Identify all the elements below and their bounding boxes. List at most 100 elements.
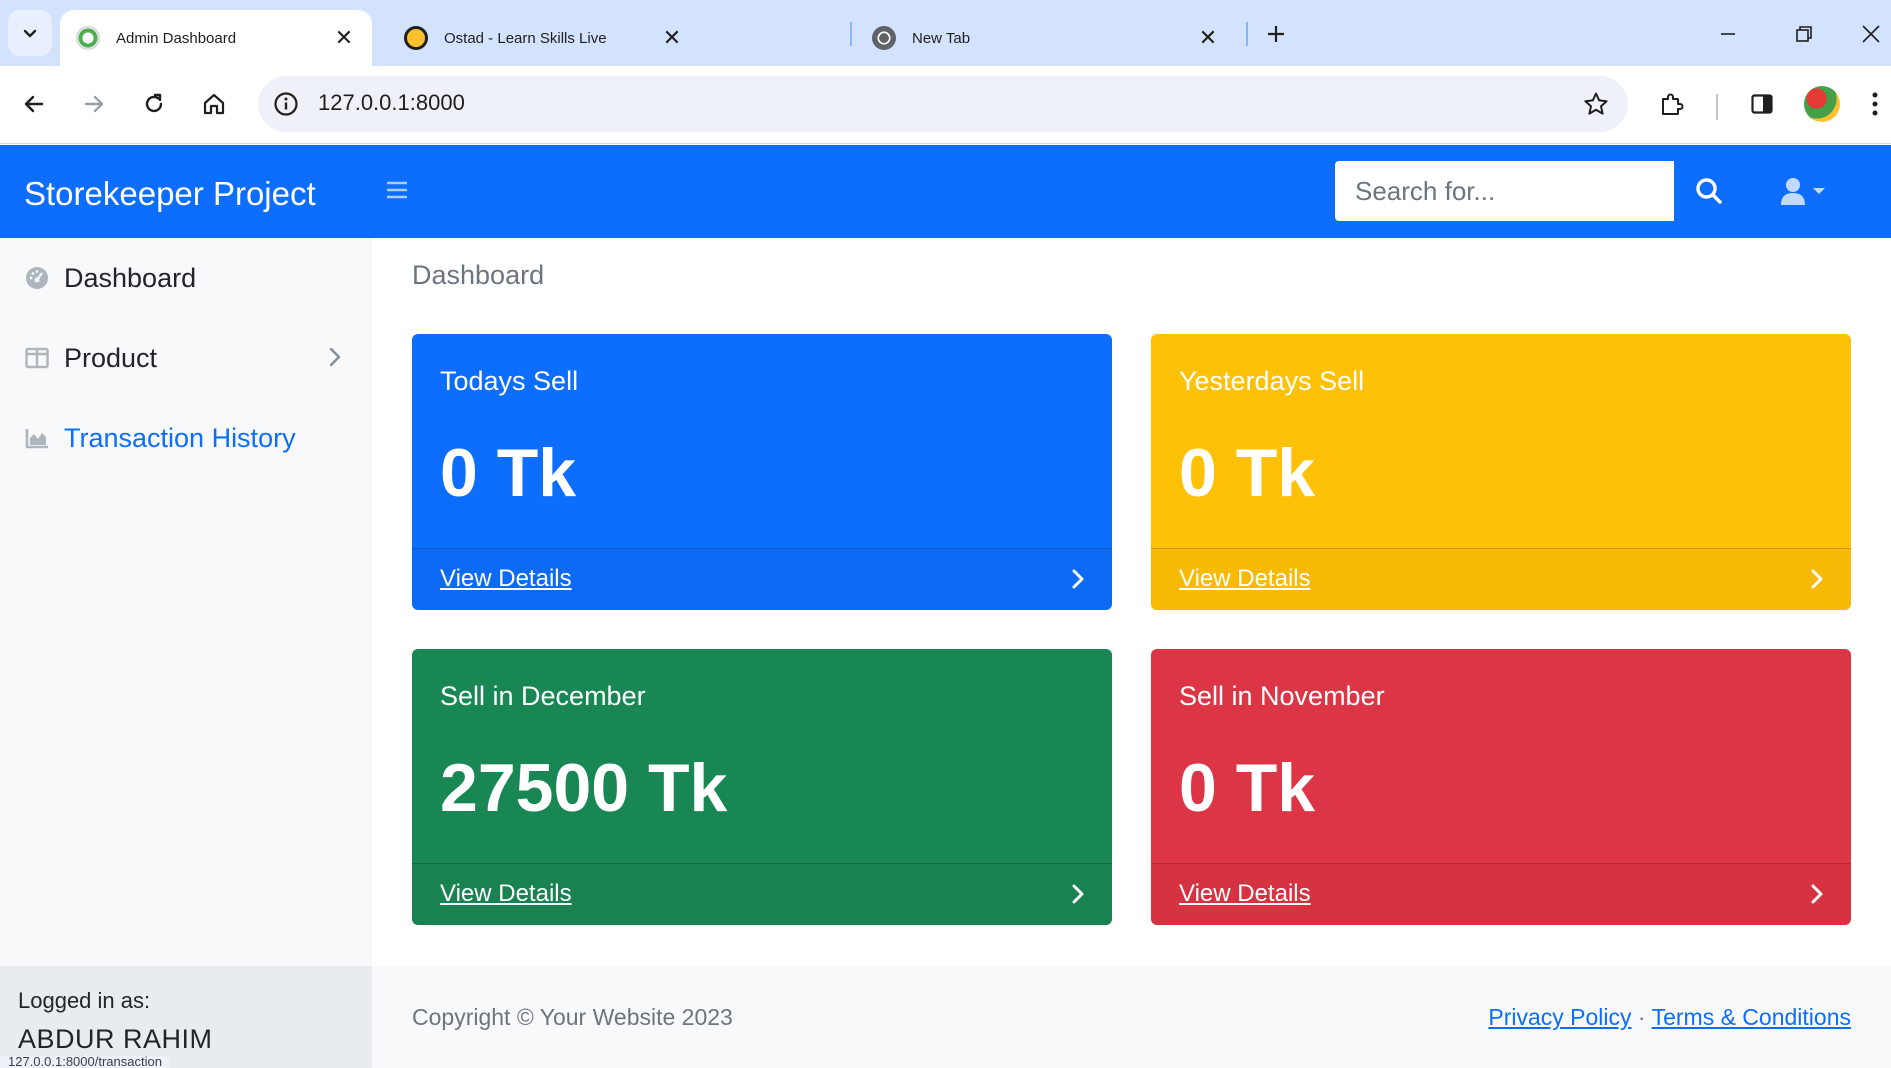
- admin-favicon-icon: [76, 26, 100, 50]
- search-input[interactable]: [1335, 161, 1674, 221]
- minimize-button[interactable]: [1708, 14, 1748, 54]
- card-yesterdays-sell: Yesterdays Sell 0 Tk View Details: [1151, 334, 1851, 610]
- browser-toolbar: 127.0.0.1:8000: [0, 66, 1891, 144]
- main-content: Dashboard Todays Sell 0 Tk View Details …: [372, 238, 1891, 1068]
- tab-close-icon[interactable]: ✕: [1196, 25, 1220, 50]
- tab-ostad[interactable]: Ostad - Learn Skills Live ✕: [388, 10, 700, 66]
- chevron-down-icon: [23, 29, 37, 38]
- logged-in-label: Logged in as:: [18, 988, 151, 1013]
- card-value: 0 Tk: [1179, 435, 1316, 511]
- link-preview-status: 127.0.0.1:8000/transaction: [0, 1056, 170, 1068]
- bookmark-star-icon[interactable]: [1580, 88, 1612, 120]
- extensions-button[interactable]: [1652, 84, 1692, 124]
- tab-new-tab[interactable]: New Tab ✕: [856, 10, 1236, 66]
- copyright-text: Copyright © Your Website 2023: [412, 1004, 733, 1030]
- card-footer: View Details: [412, 863, 1112, 925]
- card-value: 0 Tk: [1179, 750, 1316, 826]
- terms-link[interactable]: Terms & Conditions: [1652, 1004, 1851, 1030]
- chart-area-icon: [24, 425, 50, 451]
- card-footer: View Details: [1151, 863, 1851, 925]
- chevron-right-icon[interactable]: [1805, 567, 1829, 591]
- reload-button[interactable]: [134, 84, 174, 124]
- restore-button[interactable]: [1784, 14, 1824, 54]
- site-info-icon[interactable]: [272, 90, 300, 118]
- sidebar: Dashboard Product Transaction History Lo…: [0, 238, 372, 1068]
- browser-tab-strip: Admin Dashboard ✕ Ostad - Learn Skills L…: [0, 0, 1891, 66]
- reload-icon: [145, 93, 163, 113]
- sidebar-item-dashboard[interactable]: Dashboard: [0, 248, 372, 308]
- search-button[interactable]: [1674, 161, 1744, 221]
- browser-menu-button[interactable]: [1860, 84, 1890, 124]
- plus-icon: [1268, 26, 1284, 42]
- user-dropdown-button[interactable]: [1780, 173, 1840, 209]
- card-sell-in-december: Sell in December 27500 Tk View Details: [412, 649, 1112, 925]
- page-footer: Copyright © Your Website 2023 Privacy Po…: [372, 966, 1891, 1068]
- app-navbar: Storekeeper Project: [0, 145, 1891, 238]
- card-title: Sell in December: [440, 681, 646, 711]
- columns-icon: [24, 345, 50, 371]
- view-details-link[interactable]: View Details: [440, 880, 572, 908]
- url-text: 127.0.0.1:8000: [318, 90, 465, 115]
- tab-divider: [850, 22, 852, 46]
- side-panel-icon: [1751, 94, 1773, 114]
- forward-button[interactable]: [74, 84, 114, 124]
- logged-in-user: ABDUR RAHIM: [18, 1024, 213, 1054]
- card-footer: View Details: [1151, 548, 1851, 610]
- home-icon: [203, 93, 225, 115]
- card-value: 0 Tk: [440, 435, 577, 511]
- new-tab-button[interactable]: [1260, 18, 1292, 50]
- tab-close-icon[interactable]: ✕: [332, 25, 356, 50]
- brand-title[interactable]: Storekeeper Project: [24, 175, 316, 213]
- chrome-favicon-icon: [872, 26, 896, 50]
- restore-icon: [1796, 26, 1812, 42]
- home-button[interactable]: [194, 84, 234, 124]
- minimize-icon: [1721, 33, 1735, 35]
- sidebar-item-label: Product: [64, 342, 158, 373]
- side-panel-button[interactable]: [1742, 84, 1782, 124]
- chevron-right-icon: [329, 347, 341, 367]
- card-todays-sell: Todays Sell 0 Tk View Details: [412, 334, 1112, 610]
- footer-links: Privacy Policy · Terms & Conditions: [1488, 1004, 1851, 1031]
- profile-avatar[interactable]: [1804, 86, 1840, 122]
- card-value: 27500 Tk: [440, 750, 728, 826]
- arrow-left-icon: [24, 95, 44, 113]
- sidebar-footer: Logged in as: ABDUR RAHIM: [0, 966, 372, 1068]
- sidebar-toggle-button[interactable]: [382, 175, 412, 205]
- back-button[interactable]: [14, 84, 54, 124]
- card-title: Yesterdays Sell: [1179, 366, 1365, 396]
- tab-close-icon[interactable]: ✕: [660, 25, 684, 50]
- chevron-right-icon[interactable]: [1066, 882, 1090, 906]
- sidebar-item-product[interactable]: Product: [0, 328, 372, 388]
- chevron-right-icon[interactable]: [1066, 567, 1090, 591]
- close-window-button[interactable]: [1851, 14, 1891, 54]
- tab-title: Ostad - Learn Skills Live: [444, 29, 607, 47]
- user-icon: [1781, 178, 1805, 205]
- card-footer: View Details: [412, 548, 1112, 610]
- tab-title: Admin Dashboard: [116, 29, 237, 47]
- view-details-link[interactable]: View Details: [1179, 565, 1311, 593]
- search-icon: [1696, 178, 1722, 204]
- close-icon: [1862, 25, 1880, 43]
- view-details-link[interactable]: View Details: [440, 565, 572, 593]
- chevron-right-icon[interactable]: [1805, 882, 1829, 906]
- caret-down-icon: [1813, 188, 1825, 194]
- more-vertical-icon: [1872, 92, 1878, 116]
- page-title: Dashboard: [412, 260, 545, 290]
- address-bar[interactable]: 127.0.0.1:8000: [258, 76, 1628, 132]
- sidebar-item-label: Dashboard: [64, 262, 197, 293]
- privacy-policy-link[interactable]: Privacy Policy: [1488, 1004, 1631, 1030]
- card-title: Todays Sell: [440, 366, 579, 396]
- card-sell-in-november: Sell in November 0 Tk View Details: [1151, 649, 1851, 925]
- hamburger-icon: [387, 181, 407, 199]
- view-details-link[interactable]: View Details: [1179, 880, 1311, 908]
- puzzle-icon: [1662, 93, 1684, 115]
- sidebar-item-label: Transaction History: [64, 422, 296, 453]
- tab-admin-dashboard[interactable]: Admin Dashboard ✕: [60, 10, 372, 66]
- tab-search-button[interactable]: [8, 10, 52, 56]
- toolbar-divider: [1716, 94, 1718, 120]
- tab-title: New Tab: [912, 29, 971, 47]
- sidebar-item-transaction-history[interactable]: Transaction History: [0, 408, 372, 468]
- dashboard-icon: [24, 265, 50, 291]
- tab-divider: [1246, 22, 1248, 46]
- arrow-right-icon: [84, 95, 104, 113]
